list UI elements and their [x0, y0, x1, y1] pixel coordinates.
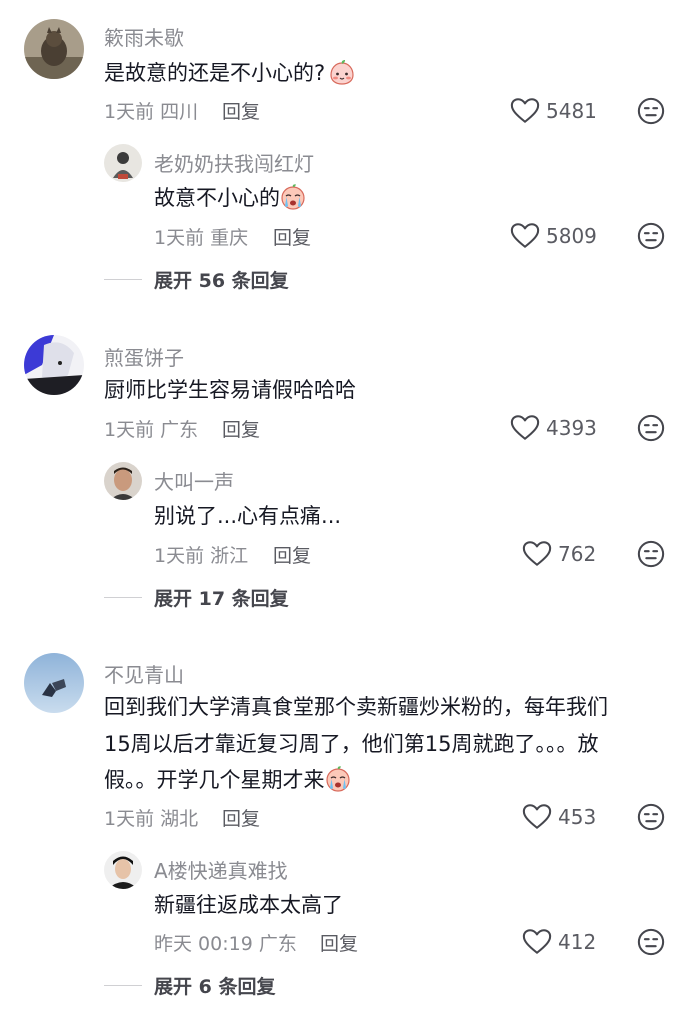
reply-text-body: 故意不小心的: [154, 186, 280, 210]
heart-outline-icon: [522, 540, 552, 567]
reply-text: 新疆往返成本太高了: [154, 893, 343, 917]
like-button[interactable]: 5809: [510, 222, 597, 249]
comment-text-line: 假。。开学几个星期才来: [104, 768, 325, 792]
expand-replies-button[interactable]: 展开 17 条回复: [104, 584, 289, 611]
like-button[interactable]: 5481: [510, 97, 597, 124]
heart-outline-icon: [510, 222, 540, 249]
reply-text: 别说了...心有点痛...: [154, 504, 342, 528]
comment-time: 1天前: [104, 808, 155, 830]
comment-time: 1天前: [104, 419, 155, 441]
expand-replies-button[interactable]: 展开 56 条回复: [104, 266, 289, 293]
reply-meta: 1天前 浙江: [154, 541, 248, 568]
username[interactable]: 大叫一声: [154, 466, 234, 495]
comment-text: 厨师比学生容易请假哈哈哈: [104, 378, 356, 402]
dislike-button[interactable]: [637, 803, 665, 831]
divider-line: [104, 985, 142, 986]
comment-text-line: 回到我们大学清真食堂那个卖新疆炒米粉的，每年我们: [104, 695, 608, 719]
divider-line: [104, 279, 142, 280]
crying-face-emoji-icon: [325, 766, 351, 792]
reply-time: 昨天 00:19: [154, 933, 253, 955]
unamused-face-icon: [637, 222, 665, 250]
like-button[interactable]: 412: [522, 928, 596, 955]
comment-meta: 1天前 湖北: [104, 804, 198, 831]
unamused-face-icon: [637, 97, 665, 125]
divider-line: [104, 597, 142, 598]
shy-peach-emoji-icon: [329, 59, 355, 85]
reply-meta: 昨天 00:19 广东: [154, 929, 297, 956]
reply-time: 1天前: [154, 227, 205, 249]
avatar[interactable]: [24, 19, 84, 79]
reply-location: 广东: [258, 933, 297, 955]
reply-location: 浙江: [210, 545, 249, 567]
comment-time: 1天前: [104, 101, 155, 123]
heart-outline-icon: [522, 928, 552, 955]
unamused-face-icon: [637, 803, 665, 831]
crying-face-emoji-icon: [280, 184, 306, 210]
reply-location: 重庆: [210, 227, 249, 249]
comment-text: 是故意的还是不小心的?: [104, 55, 355, 91]
reply-button[interactable]: 回复: [273, 223, 311, 250]
reply-button[interactable]: 回复: [320, 929, 358, 956]
dislike-button[interactable]: [637, 414, 665, 442]
heart-outline-icon: [522, 803, 552, 830]
dislike-button[interactable]: [637, 928, 665, 956]
like-count: 5809: [546, 223, 597, 248]
like-count: 762: [558, 541, 597, 566]
like-count: 412: [558, 929, 597, 954]
comment-text: 假。。开学几个星期才来: [104, 762, 351, 798]
avatar[interactable]: [24, 653, 84, 713]
reply-button[interactable]: 回复: [222, 97, 260, 124]
avatar[interactable]: [104, 144, 142, 182]
reply-button[interactable]: 回复: [273, 541, 311, 568]
unamused-face-icon: [637, 540, 665, 568]
like-count: 453: [558, 804, 597, 829]
reply-meta: 1天前 重庆: [154, 223, 248, 250]
like-button[interactable]: 762: [522, 540, 596, 567]
avatar[interactable]: [104, 851, 142, 889]
comment-location: 广东: [160, 419, 199, 441]
comment-meta: 1天前 广东: [104, 415, 198, 442]
reply-time: 1天前: [154, 545, 205, 567]
username[interactable]: A楼快递真难找: [154, 855, 288, 884]
unamused-face-icon: [637, 414, 665, 442]
dislike-button[interactable]: [637, 97, 665, 125]
like-button[interactable]: 453: [522, 803, 596, 830]
dislike-button[interactable]: [637, 222, 665, 250]
like-count: 5481: [546, 98, 597, 123]
reply-text: 故意不小心的: [154, 180, 306, 216]
reply-button[interactable]: 回复: [222, 415, 260, 442]
comment-text-body: 是故意的还是不小心的?: [104, 61, 326, 85]
avatar[interactable]: [104, 462, 142, 500]
expand-replies-button[interactable]: 展开 6 条回复: [104, 972, 275, 999]
comment-text-line: 15周以后才靠近复习周了，他们第15周就跑了。。。放: [104, 732, 599, 756]
username[interactable]: 不见青山: [104, 659, 184, 688]
heart-outline-icon: [510, 97, 540, 124]
comment-location: 四川: [160, 101, 199, 123]
expand-replies-label: 展开 56 条回复: [154, 270, 289, 292]
like-count: 4393: [546, 415, 597, 440]
username[interactable]: 簌雨未歇: [104, 22, 184, 51]
reply-button[interactable]: 回复: [222, 804, 260, 831]
expand-replies-label: 展开 17 条回复: [154, 588, 289, 610]
username[interactable]: 老奶奶扶我闯红灯: [154, 148, 314, 177]
dislike-button[interactable]: [637, 540, 665, 568]
unamused-face-icon: [637, 928, 665, 956]
like-button[interactable]: 4393: [510, 414, 597, 441]
heart-outline-icon: [510, 414, 540, 441]
comment-location: 湖北: [160, 808, 199, 830]
username[interactable]: 煎蛋饼子: [104, 342, 184, 371]
expand-replies-label: 展开 6 条回复: [154, 976, 276, 998]
avatar[interactable]: [24, 335, 84, 395]
comment-meta: 1天前 四川: [104, 97, 198, 124]
